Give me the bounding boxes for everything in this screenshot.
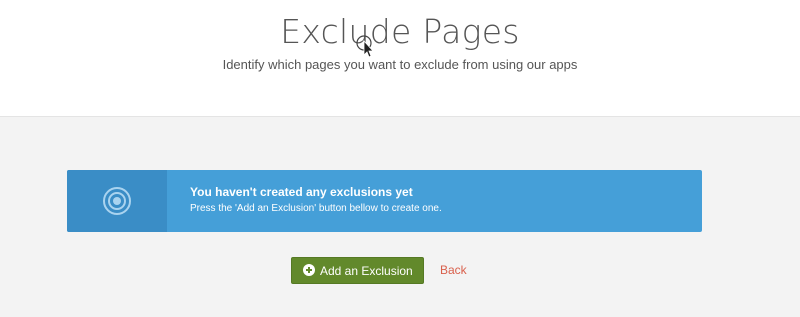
add-exclusion-label: Add an Exclusion: [320, 264, 413, 278]
page-header: Exclude Pages Identify which pages you w…: [0, 0, 800, 117]
notice-text: Press the 'Add an Exclusion' button bell…: [190, 203, 442, 214]
mouse-cursor-icon: [356, 35, 374, 58]
notice-title: You haven't created any exclusions yet: [190, 185, 413, 199]
page-subtitle: Identify which pages you want to exclude…: [222, 57, 578, 72]
add-exclusion-button[interactable]: Add an Exclusion: [291, 257, 424, 284]
back-link[interactable]: Back: [440, 263, 467, 277]
target-icon: [103, 187, 131, 215]
empty-state-notice: You haven't created any exclusions yet P…: [67, 170, 702, 232]
notice-icon-container: [67, 170, 167, 232]
plus-circle-icon: [303, 264, 315, 276]
page-title: Exclude Pages: [280, 12, 520, 51]
